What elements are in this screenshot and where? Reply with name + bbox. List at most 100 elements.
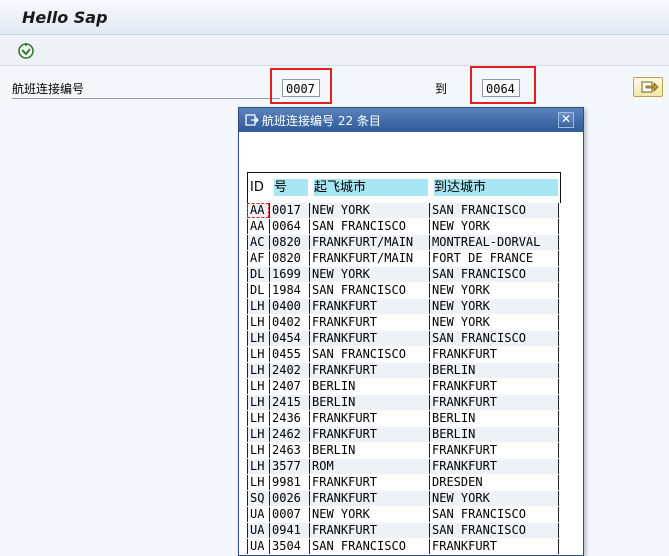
cell-departure-city[interactable]: FRANKFURT [309,331,429,346]
table-row[interactable]: DL 1984 SAN FRANCISCO NEW YORK [247,283,559,299]
cell-departure-city[interactable]: FRANKFURT [309,363,429,378]
cell-departure-city[interactable]: BERLIN [309,443,429,458]
cell-id[interactable]: AA [247,219,269,234]
cell-number[interactable]: 0017 [269,203,309,218]
cell-id[interactable]: LH [247,299,269,314]
cell-id[interactable]: DL [247,283,269,298]
cell-departure-city[interactable]: SAN FRANCISCO [309,219,429,234]
cell-arrival-city[interactable]: MONTREAL-DORVAL [429,235,559,250]
cell-id[interactable]: LH [247,443,269,458]
cell-arrival-city[interactable]: FRANKFURT [429,459,559,474]
cell-id[interactable]: UA [247,507,269,522]
cell-number[interactable]: 9981 [269,475,309,490]
execute-icon[interactable] [16,41,36,61]
cell-arrival-city[interactable]: FRANKFURT [429,395,559,410]
cell-departure-city[interactable]: FRANKFURT [309,523,429,538]
cell-id[interactable]: AC [247,235,269,250]
cell-departure-city[interactable]: SAN FRANCISCO [309,347,429,362]
cell-arrival-city[interactable]: NEW YORK [429,283,559,298]
table-row[interactable]: UA 3504 SAN FRANCISCO FRANKFURT [247,539,559,555]
cell-id[interactable]: DL [247,267,269,282]
cell-id[interactable]: LH [247,459,269,474]
table-row[interactable]: LH 3577 ROM FRANKFURT [247,459,559,475]
column-header-arrival-city[interactable]: 到达城市 [434,179,558,196]
table-row[interactable]: LH 0455 SAN FRANCISCO FRANKFURT [247,347,559,363]
table-row[interactable]: LH 2436 FRANKFURT BERLIN [247,411,559,427]
cell-number[interactable]: 0820 [269,235,309,250]
cell-id[interactable]: AA [247,203,269,218]
cell-departure-city[interactable]: NEW YORK [309,507,429,522]
column-header-departure-city[interactable]: 起飞城市 [314,179,428,196]
cell-id[interactable]: LH [247,427,269,442]
cell-arrival-city[interactable]: NEW YORK [429,315,559,330]
cell-number[interactable]: 0400 [269,299,309,314]
cell-departure-city[interactable]: FRANKFURT [309,411,429,426]
cell-id[interactable]: LH [247,347,269,362]
cell-id[interactable]: LH [247,475,269,490]
cell-arrival-city[interactable]: NEW YORK [429,299,559,314]
cell-departure-city[interactable]: BERLIN [309,379,429,394]
table-row[interactable]: AF 0820 FRANKFURT/MAIN FORT DE FRANCE [247,251,559,267]
cell-arrival-city[interactable]: FRANKFURT [429,347,559,362]
cell-number[interactable]: 2436 [269,411,309,426]
cell-arrival-city[interactable]: NEW YORK [429,491,559,506]
cell-id[interactable]: LH [247,411,269,426]
table-row[interactable]: LH 2415 BERLIN FRANKFURT [247,395,559,411]
table-row[interactable]: UA 0007 NEW YORK SAN FRANCISCO [247,507,559,523]
cell-arrival-city[interactable]: SAN FRANCISCO [429,523,559,538]
cell-number[interactable]: 2407 [269,379,309,394]
table-row[interactable]: UA 0941 FRANKFURT SAN FRANCISCO [247,523,559,539]
cell-departure-city[interactable]: SAN FRANCISCO [309,539,429,554]
cell-number[interactable]: 3504 [269,539,309,554]
cell-id[interactable]: AF [247,251,269,266]
cell-departure-city[interactable]: FRANKFURT/MAIN [309,251,429,266]
cell-id[interactable]: LH [247,379,269,394]
cell-number[interactable]: 0454 [269,331,309,346]
cell-number[interactable]: 3577 [269,459,309,474]
multiple-selection-button[interactable] [633,77,663,97]
cell-arrival-city[interactable]: NEW YORK [429,219,559,234]
cell-departure-city[interactable]: BERLIN [309,395,429,410]
cell-id[interactable]: LH [247,315,269,330]
cell-arrival-city[interactable]: FORT DE FRANCE [429,251,559,266]
table-row[interactable]: LH 0402 FRANKFURT NEW YORK [247,315,559,331]
cell-number[interactable]: 0402 [269,315,309,330]
cell-number[interactable]: 2462 [269,427,309,442]
popup-title-bar[interactable]: 航班连接编号 22 条目 ✕ [239,108,583,132]
cell-number[interactable]: 0820 [269,251,309,266]
cell-arrival-city[interactable]: FRANKFURT [429,379,559,394]
table-row[interactable]: LH 2463 BERLIN FRANKFURT [247,443,559,459]
table-row[interactable]: AA 0017 NEW YORK SAN FRANCISCO [247,203,559,219]
cell-arrival-city[interactable]: BERLIN [429,411,559,426]
cell-departure-city[interactable]: FRANKFURT [309,491,429,506]
cell-departure-city[interactable]: NEW YORK [309,267,429,282]
cell-number[interactable]: 0007 [269,507,309,522]
column-header-id[interactable]: ID [250,179,270,196]
cell-departure-city[interactable]: FRANKFURT [309,299,429,314]
cell-arrival-city[interactable]: BERLIN [429,427,559,442]
cell-number[interactable]: 0941 [269,523,309,538]
cell-arrival-city[interactable]: SAN FRANCISCO [429,507,559,522]
close-icon[interactable]: ✕ [558,112,574,128]
table-row[interactable]: LH 0400 FRANKFURT NEW YORK [247,299,559,315]
cell-number[interactable]: 0064 [269,219,309,234]
cell-departure-city[interactable]: FRANKFURT [309,315,429,330]
cell-number[interactable]: 0026 [269,491,309,506]
cell-departure-city[interactable]: FRANKFURT [309,427,429,442]
table-row[interactable]: LH 2407 BERLIN FRANKFURT [247,379,559,395]
cell-departure-city[interactable]: FRANKFURT/MAIN [309,235,429,250]
cell-arrival-city[interactable]: FRANKFURT [429,443,559,458]
cell-id[interactable]: UA [247,539,269,554]
cell-departure-city[interactable]: ROM [309,459,429,474]
cell-number[interactable]: 1984 [269,283,309,298]
column-header-number[interactable]: 号 [274,179,308,196]
table-row[interactable]: DL 1699 NEW YORK SAN FRANCISCO [247,267,559,283]
table-row[interactable]: LH 2462 FRANKFURT BERLIN [247,427,559,443]
cell-arrival-city[interactable]: SAN FRANCISCO [429,331,559,346]
cell-departure-city[interactable]: FRANKFURT [309,475,429,490]
table-row[interactable]: AA 0064 SAN FRANCISCO NEW YORK [247,219,559,235]
cell-arrival-city[interactable]: DRESDEN [429,475,559,490]
cell-arrival-city[interactable]: SAN FRANCISCO [429,203,559,218]
table-row[interactable]: LH 0454 FRANKFURT SAN FRANCISCO [247,331,559,347]
cell-id[interactable]: UA [247,523,269,538]
